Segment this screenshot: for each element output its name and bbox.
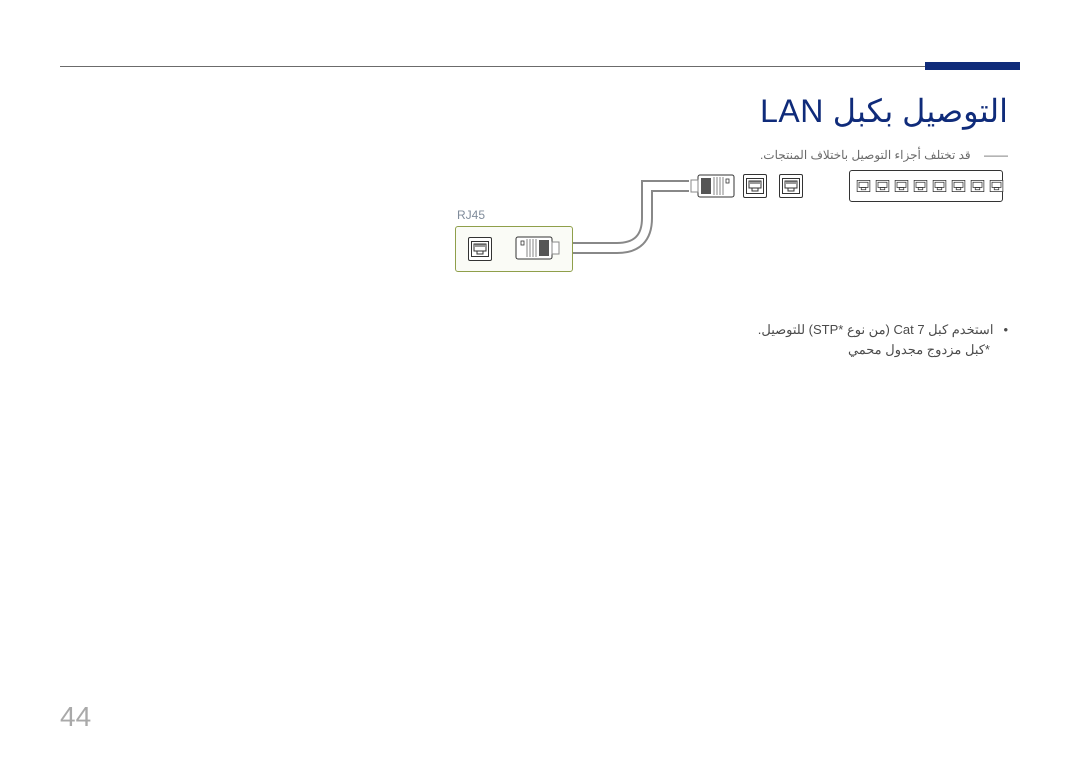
rj45-plug-icon [515, 236, 561, 260]
rj45-port-icon [970, 179, 985, 193]
lan-connection-diagram: RJ45 [453, 170, 1008, 310]
rj45-port-icon [468, 237, 492, 261]
note-line-1: استخدم كبل Cat 7 (من نوع *STP) للتوصيل. [758, 322, 1008, 338]
rj45-port-icon [779, 174, 803, 198]
subtitle-text: قد تختلف أجزاء التوصيل باختلاف المنتجات. [760, 148, 971, 162]
rj45-port-icon [913, 179, 928, 193]
rj45-port-icon [743, 174, 767, 198]
page-title: التوصيل بكبل LAN [760, 92, 1008, 130]
network-switch-icon [849, 170, 1003, 202]
page-number: 44 [60, 701, 91, 733]
note-line-2: *كبل مزدوج مجدول محمي [758, 342, 1008, 358]
rj45-label: RJ45 [457, 208, 485, 222]
rj45-port-icon [875, 179, 890, 193]
rj45-port-icon [856, 179, 871, 193]
accent-bar [925, 62, 1020, 70]
subtitle-note: ―― قد تختلف أجزاء التوصيل باختلاف المنتج… [760, 148, 1008, 162]
rj45-port-icon [951, 179, 966, 193]
header-rule [60, 66, 1020, 67]
rj45-port-icon [894, 179, 909, 193]
notes-block: استخدم كبل Cat 7 (من نوع *STP) للتوصيل. … [758, 322, 1008, 358]
rj45-port-icon [989, 179, 1004, 193]
rj45-plug-icon [689, 174, 735, 198]
rj45-port-icon [932, 179, 947, 193]
